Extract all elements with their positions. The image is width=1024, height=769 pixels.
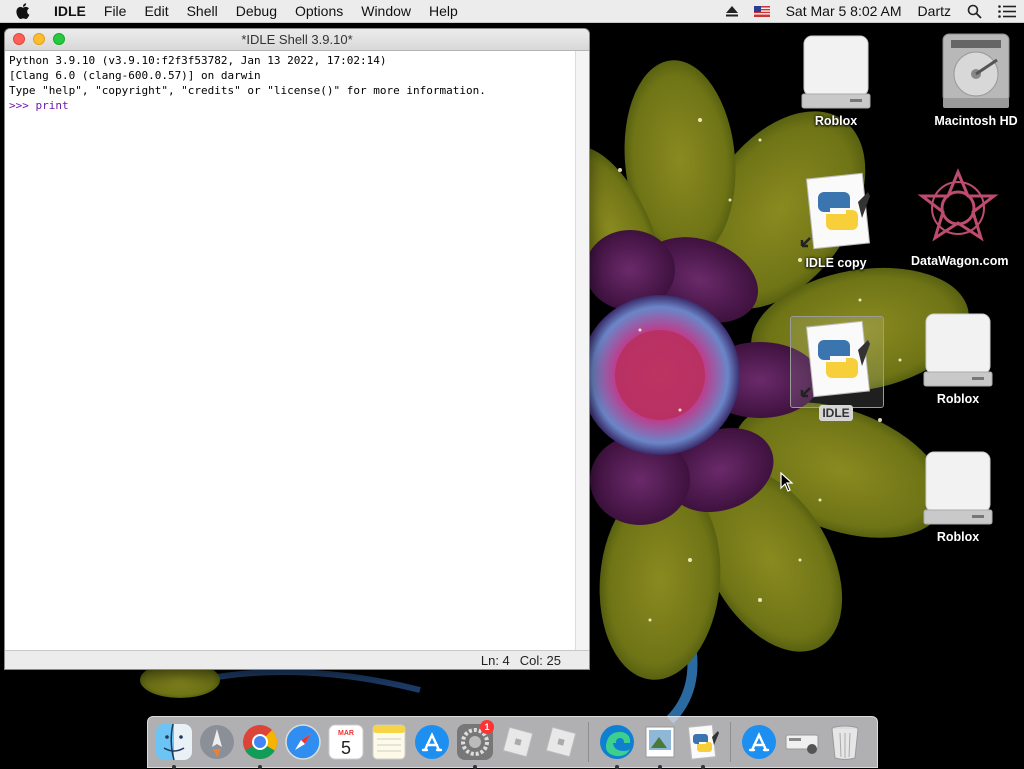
running-indicator (657, 765, 662, 769)
dock: MAR 5 1 (147, 716, 878, 769)
app-store-icon (414, 725, 449, 759)
minimize-button[interactable] (33, 33, 45, 45)
running-indicator (171, 765, 176, 769)
running-indicator (257, 765, 262, 769)
dock-edge[interactable] (595, 720, 638, 769)
dock-notes[interactable] (367, 720, 410, 764)
window-title: *IDLE Shell 3.9.10* (241, 32, 353, 47)
dock-system-preferences[interactable]: 1 (453, 720, 496, 769)
dock-calendar[interactable]: MAR 5 (324, 720, 367, 764)
dock-trash[interactable] (823, 720, 866, 764)
desktop-icon-roblox-drive[interactable]: Roblox (908, 448, 1008, 546)
shell-text-area[interactable]: Python 3.9.10 (v3.9.10:f2f3f53782, Jan 1… (5, 51, 576, 651)
menu-options[interactable]: Options (286, 3, 352, 19)
preview-icon (645, 726, 674, 758)
desktop-icon-label: Roblox (936, 392, 980, 406)
external-drive-icon (801, 35, 871, 109)
dock-preview[interactable] (638, 720, 681, 769)
calendar-month: MAR (338, 730, 354, 737)
running-indicator (472, 765, 477, 769)
external-drive-icon (923, 313, 993, 387)
status-line-number: Ln: 4 (480, 652, 510, 668)
dock-finder[interactable] (152, 720, 195, 769)
edge-icon (599, 725, 634, 759)
mouse-cursor-icon (780, 472, 794, 492)
menu-app-name[interactable]: IDLE (52, 3, 95, 19)
desktop-icon-roblox-drive[interactable]: Roblox (908, 310, 1008, 408)
shell-input-line: >>> print (9, 98, 572, 113)
desktop-icon-label: IDLE (819, 405, 853, 421)
notes-icon (372, 724, 405, 760)
menu-bar: IDLE File Edit Shell Debug Options Windo… (0, 0, 1024, 23)
menu-shell[interactable]: Shell (178, 3, 227, 19)
us-flag-input-icon[interactable] (753, 5, 770, 17)
menu-help[interactable]: Help (420, 3, 467, 19)
shell-input-text: print (35, 99, 69, 112)
menu-edit[interactable]: Edit (135, 3, 177, 19)
python-script-icon (800, 320, 871, 398)
roblox-icon (545, 726, 576, 758)
datawagon-logo-icon (917, 168, 999, 242)
launchpad-icon (199, 725, 234, 759)
menu-clock[interactable]: Sat Mar 5 8:02 AM (786, 3, 902, 19)
menu-debug[interactable]: Debug (227, 3, 286, 19)
desktop-icon-label: Roblox (936, 530, 980, 544)
notification-badge: 1 (480, 720, 494, 734)
desktop-icon-idle-copy[interactable]: IDLE copy (786, 172, 886, 272)
shell-prompt: >>> (9, 99, 36, 112)
desktop-icon-roblox-drive[interactable]: Roblox (786, 32, 886, 130)
roblox-icon (502, 726, 533, 758)
spotlight-search-icon[interactable] (967, 4, 982, 19)
dock-launchpad[interactable] (195, 720, 238, 764)
shell-output-line: [Clang 6.0 (clang-600.0.57)] on darwin (9, 69, 261, 82)
zoom-button[interactable] (53, 33, 65, 45)
window-titlebar[interactable]: *IDLE Shell 3.9.10* (5, 29, 589, 51)
idle-icon (687, 724, 719, 760)
dock-safari[interactable] (281, 720, 324, 764)
eject-icon[interactable] (725, 5, 738, 17)
dock-chrome[interactable] (238, 720, 281, 769)
calendar-day: 5 (340, 738, 350, 758)
finder-icon (155, 723, 192, 761)
desktop-icon-label: IDLE copy (805, 256, 867, 270)
running-indicator (614, 765, 619, 769)
python-script-icon (800, 172, 871, 250)
running-indicator (700, 765, 705, 769)
app-store-icon (741, 725, 776, 759)
external-drive-icon (923, 451, 993, 525)
dock-app-store-downloads[interactable] (737, 720, 780, 764)
shell-output-line: Type "help", "copyright", "credits" or "… (9, 84, 486, 97)
hard-disk-icon (942, 33, 1010, 108)
status-column-number: Col: 25 (519, 652, 561, 668)
desktop-icon-label: DataWagon.com (911, 254, 1009, 268)
desktop-icon-label: Macintosh HD (934, 114, 1018, 128)
desktop-icon-datawagon[interactable]: DataWagon.com (908, 168, 1008, 270)
dock-separator (588, 722, 589, 762)
dock-roblox-1[interactable] (496, 720, 539, 764)
desktop-icon-macintosh-hd[interactable]: Macintosh HD (926, 32, 1024, 130)
menu-window[interactable]: Window (352, 3, 420, 19)
desktop-icon-label: Roblox (814, 114, 858, 128)
scanner-icon (785, 734, 818, 754)
menu-user[interactable]: Dartz (918, 3, 951, 19)
idle-shell-window: *IDLE Shell 3.9.10* Python 3.9.10 (v3.9.… (5, 29, 589, 669)
menu-file[interactable]: File (95, 3, 136, 19)
dock-roblox-2[interactable] (539, 720, 582, 764)
dock-app-store[interactable] (410, 720, 453, 764)
status-bar: Ln: 4 Col: 25 (5, 650, 589, 669)
apple-menu-icon[interactable] (16, 3, 38, 19)
chrome-icon (242, 725, 277, 759)
safari-icon (284, 724, 321, 760)
dock-separator (730, 722, 731, 762)
dock-scanner[interactable] (780, 720, 823, 764)
shell-output-line: Python 3.9.10 (v3.9.10:f2f3f53782, Jan 1… (9, 54, 387, 67)
desktop-icon-idle[interactable]: IDLE (786, 320, 886, 422)
close-button[interactable] (13, 33, 25, 45)
dock-idle[interactable] (681, 720, 724, 769)
trash-icon (831, 725, 858, 760)
calendar-icon: MAR 5 (328, 724, 363, 760)
notification-center-icon[interactable] (998, 4, 1016, 18)
vertical-scrollbar[interactable] (575, 51, 589, 651)
